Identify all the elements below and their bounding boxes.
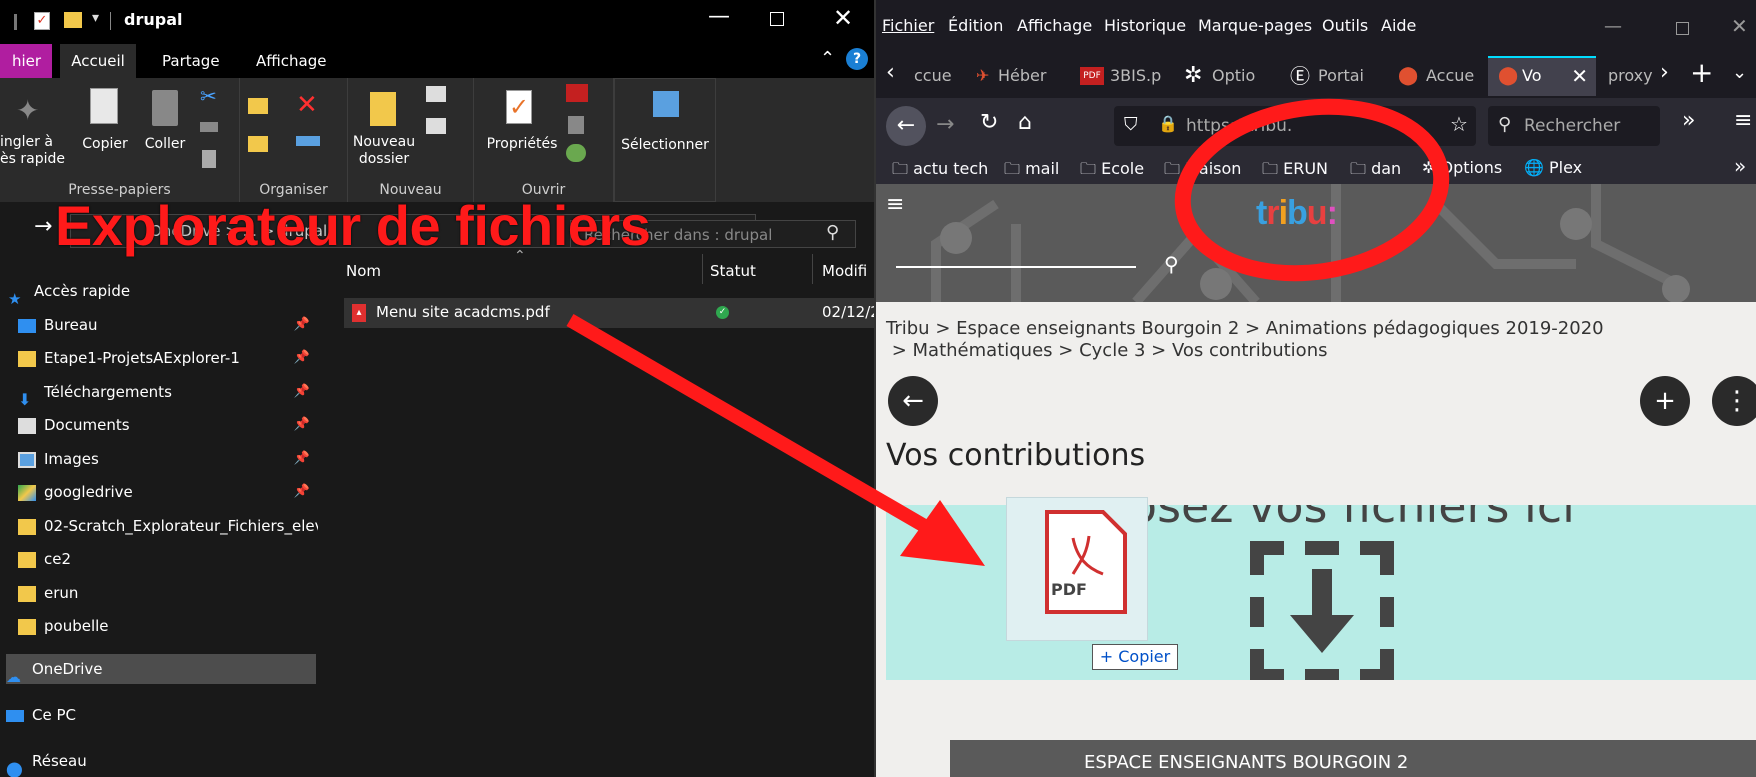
annotation-circle — [1174, 98, 1450, 282]
annotation-arrow-head — [900, 500, 985, 566]
annotation-arrow-shaft — [566, 313, 944, 542]
annotation-overlay — [566, 98, 1450, 566]
